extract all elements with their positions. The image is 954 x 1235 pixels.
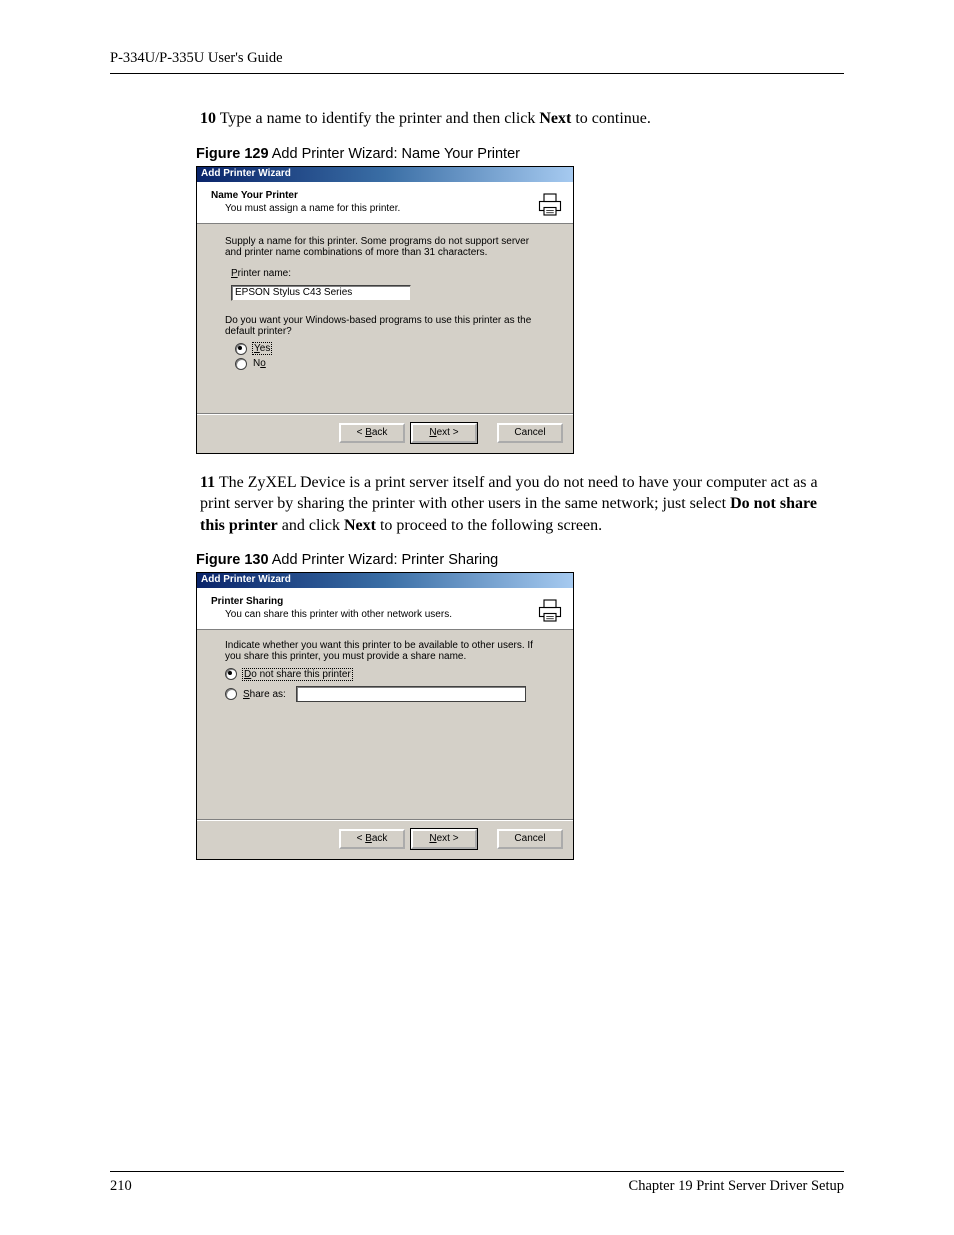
button-row: < Back Next > Cancel <box>197 414 573 453</box>
step-11-bold-2: Next <box>344 517 376 534</box>
chapter-label: Chapter 19 Print Server Driver Setup <box>629 1178 844 1195</box>
radio-no-label: No <box>253 358 266 369</box>
radio-share-as-row[interactable]: Share as: <box>225 686 545 702</box>
banner-subtitle: You can share this printer with other ne… <box>225 609 563 620</box>
banner-subtitle: You must assign a name for this printer. <box>225 203 563 214</box>
radio-do-not-share-row[interactable]: Do not share this printer <box>225 668 545 680</box>
supply-text: Supply a name for this printer. Some pro… <box>225 236 545 258</box>
step-10-number: 10 <box>200 110 216 127</box>
wizard-content: Supply a name for this printer. Some pro… <box>197 224 573 414</box>
page: P-334U/P-335U User's Guide 10 Type a nam… <box>0 0 954 1235</box>
page-number: 210 <box>110 1178 132 1195</box>
figure-129-label: Figure 129 <box>196 146 269 162</box>
figure-130-caption: Figure 130 Add Printer Wizard: Printer S… <box>196 552 844 568</box>
step-10-text-post: to continue. <box>571 110 651 127</box>
radio-no[interactable] <box>235 358 247 370</box>
back-button[interactable]: < Back <box>339 829 405 849</box>
add-printer-wizard-dialog-name: Add Printer Wizard Name Your Printer You… <box>196 166 574 454</box>
running-header: P-334U/P-335U User's Guide <box>110 50 844 74</box>
printer-icon <box>535 188 565 218</box>
step-11: 11 The ZyXEL Device is a print server it… <box>200 472 844 537</box>
radio-yes-label: Yes <box>253 343 271 354</box>
page-footer: 210 Chapter 19 Print Server Driver Setup <box>110 1171 844 1195</box>
banner-title: Printer Sharing <box>211 596 563 607</box>
cancel-button[interactable]: Cancel <box>497 829 563 849</box>
step-10-text-pre: Type a name to identify the printer and … <box>216 110 539 127</box>
radio-do-not-share[interactable] <box>225 668 237 680</box>
figure-129-caption: Figure 129 Add Printer Wizard: Name Your… <box>196 146 844 162</box>
radio-do-not-share-label: Do not share this printer <box>243 669 352 680</box>
figure-130-label: Figure 130 <box>196 552 269 568</box>
wizard-banner: Printer Sharing You can share this print… <box>197 588 573 630</box>
next-button[interactable]: Next > <box>411 423 477 443</box>
step-11-text-1: The ZyXEL Device is a print server itsel… <box>200 474 818 513</box>
back-button[interactable]: < Back <box>339 423 405 443</box>
radio-yes[interactable] <box>235 343 247 355</box>
titlebar: Add Printer Wizard <box>197 167 573 182</box>
step-11-post: to proceed to the following screen. <box>376 517 602 534</box>
printer-name-label: Printer name: <box>231 268 545 279</box>
radio-no-row[interactable]: No <box>235 358 545 370</box>
button-row: < Back Next > Cancel <box>197 820 573 859</box>
next-button[interactable]: Next > <box>411 829 477 849</box>
printer-icon <box>535 594 565 624</box>
step-11-number: 11 <box>200 474 215 491</box>
radio-yes-row[interactable]: Yes <box>235 343 545 355</box>
figure-129-title: Add Printer Wizard: Name Your Printer <box>269 146 520 162</box>
wizard-content: Indicate whether you want this printer t… <box>197 630 573 820</box>
step-10: 10 Type a name to identify the printer a… <box>200 108 844 130</box>
indicate-text: Indicate whether you want this printer t… <box>225 640 545 662</box>
figure-130-title: Add Printer Wizard: Printer Sharing <box>269 552 499 568</box>
step-11-mid: and click <box>278 517 344 534</box>
printer-name-input[interactable] <box>231 285 411 301</box>
wizard-banner: Name Your Printer You must assign a name… <box>197 182 573 224</box>
add-printer-wizard-dialog-sharing: Add Printer Wizard Printer Sharing You c… <box>196 572 574 860</box>
banner-title: Name Your Printer <box>211 190 563 201</box>
radio-share-as-label: Share as: <box>243 689 286 700</box>
share-name-input[interactable] <box>296 686 526 702</box>
titlebar: Add Printer Wizard <box>197 573 573 588</box>
step-10-next-keyword: Next <box>539 110 571 127</box>
radio-share-as[interactable] <box>225 688 237 700</box>
cancel-button[interactable]: Cancel <box>497 423 563 443</box>
default-printer-question: Do you want your Windows-based programs … <box>225 315 545 337</box>
